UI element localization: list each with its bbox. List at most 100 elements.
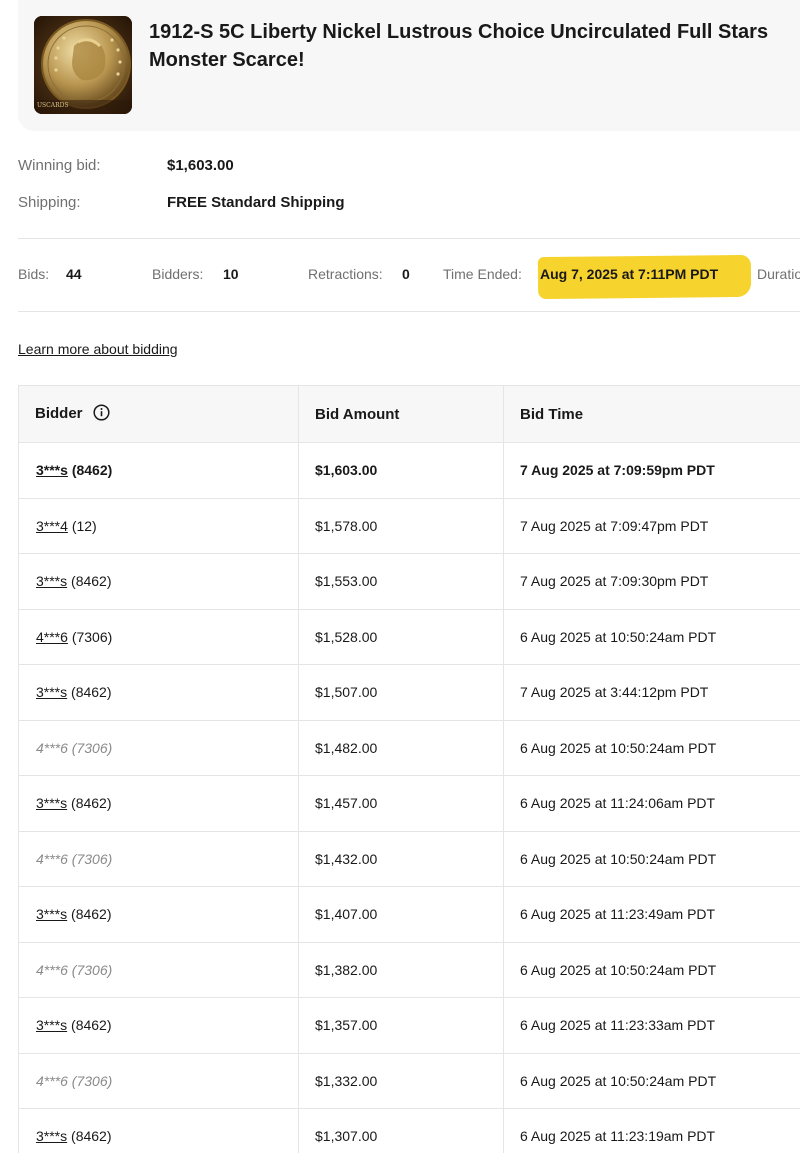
bid-amount-cell: $1,457.00 — [298, 775, 504, 832]
bidder-column-header: Bidder — [18, 385, 299, 443]
learn-more-bidding-link[interactable]: Learn more about bidding — [18, 341, 178, 357]
bidder-name-link[interactable]: 3***4 — [36, 518, 68, 534]
bidder-cell: 3***4 (12) — [18, 497, 299, 554]
bidder-cell: 4***6 (7306) — [18, 830, 299, 887]
bidder-name-link[interactable]: 3***s — [36, 795, 67, 811]
bid-amount-cell: $1,578.00 — [298, 497, 504, 554]
retractions-value: 0 — [402, 266, 410, 282]
bid-amount-cell: $1,332.00 — [298, 1052, 504, 1109]
bid-time-cell: 7 Aug 2025 at 3:44:12pm PDT — [503, 664, 800, 721]
bidder-name-link[interactable]: 3***s — [36, 906, 67, 922]
bidder-feedback-score: (8462) — [71, 795, 112, 812]
table-row: 4***6 (7306) $1,382.00 6 Aug 2025 at 10:50… — [18, 941, 800, 998]
bid-time-cell: 6 Aug 2025 at 10:50:24am PDT — [503, 941, 800, 998]
bidder-feedback-score: (8462) — [71, 1017, 112, 1034]
bidder-feedback-score: (8462) — [71, 1128, 112, 1145]
bid-time-cell: 6 Aug 2025 at 10:50:24am PDT — [503, 1052, 800, 1109]
automatic-bid-label: 4***6 (7306) — [36, 961, 113, 978]
bid-time-cell: 6 Aug 2025 at 11:23:49am PDT — [503, 886, 800, 943]
bid-amount-cell: $1,382.00 — [298, 941, 504, 998]
bidder-cell: 3***s (8462) — [18, 664, 299, 721]
bid-amount-cell: $1,407.00 — [298, 886, 504, 943]
winning-bid-value: $1,603.00 — [167, 157, 234, 174]
bidder-cell: 4***6 (7306) — [18, 608, 299, 665]
automatic-bid-label: 4***6 (7306) — [36, 739, 113, 756]
bid-time-cell: 6 Aug 2025 at 10:50:24am PDT — [503, 608, 800, 665]
bid-amount-cell: $1,357.00 — [298, 997, 504, 1054]
divider — [18, 311, 800, 312]
bidder-cell: 3***s (8462) — [18, 775, 299, 832]
shipping-label: Shipping: — [18, 194, 81, 211]
item-thumbnail[interactable]: USCARDS — [34, 16, 132, 114]
bid-amount-cell: $1,307.00 — [298, 1108, 504, 1153]
bid-amount-cell: $1,432.00 — [298, 830, 504, 887]
bidder-name-link[interactable]: 3***s — [36, 462, 68, 478]
thumbnail-watermark: USCARDS — [37, 102, 69, 109]
bidder-cell: 3***s (8462) — [18, 886, 299, 943]
bidder-feedback-score: (7306) — [71, 628, 113, 645]
table-row: 3***s (8462) $1,553.00 7 Aug 2025 at 7:09:… — [18, 553, 800, 610]
bidder-header-label: Bidder — [35, 404, 83, 422]
shipping-value: FREE Standard Shipping — [167, 194, 345, 211]
info-icon[interactable] — [93, 403, 110, 425]
table-row: 4***6 (7306) $1,432.00 6 Aug 2025 at 10:50… — [18, 830, 800, 887]
table-row: 3***s (8462) $1,307.00 6 Aug 2025 at 11:23… — [18, 1108, 800, 1153]
coin-image-icon — [34, 16, 132, 114]
bid-time-cell: 6 Aug 2025 at 10:50:24am PDT — [503, 830, 800, 887]
bidder-cell: 4***6 (7306) — [18, 941, 299, 998]
duration-label: Duratio — [757, 266, 800, 282]
bid-amount-cell: $1,603.00 — [298, 442, 504, 499]
winning-bid-label: Winning bid: — [18, 157, 101, 174]
bidder-feedback-score: (8462) — [71, 462, 113, 479]
automatic-bid-label: 4***6 (7306) — [36, 850, 113, 867]
bid-history-table: Bidder Bid Amount Bid Time 3***s (8462) $… — [18, 385, 800, 1153]
bidder-cell: 3***s (8462) — [18, 553, 299, 610]
table-row: 3***s (8462) $1,457.00 6 Aug 2025 at 11:24… — [18, 775, 800, 832]
bids-value: 44 — [66, 266, 82, 282]
bidder-feedback-score: (12) — [71, 517, 97, 534]
bids-label: Bids: — [18, 266, 50, 282]
bid-time-cell: 7 Aug 2025 at 7:09:59pm PDT — [503, 442, 800, 499]
bid-time-cell: 6 Aug 2025 at 11:23:19am PDT — [503, 1108, 800, 1153]
bid-amount-cell: $1,507.00 — [298, 664, 504, 721]
bidder-feedback-score: (8462) — [71, 684, 112, 701]
bid-time-cell: 6 Aug 2025 at 11:24:06am PDT — [503, 775, 800, 832]
bid-time-cell: 6 Aug 2025 at 10:50:24am PDT — [503, 719, 800, 776]
bid-time-cell: 6 Aug 2025 at 11:23:33am PDT — [503, 997, 800, 1054]
bid-amount-column-header: Bid Amount — [298, 385, 504, 443]
bid-amount-cell: $1,553.00 — [298, 553, 504, 610]
time-ended-value: Aug 7, 2025 at 7:11PM PDT — [540, 266, 719, 282]
table-row: 3***4 (12) $1,578.00 7 Aug 2025 at 7:09:47… — [18, 497, 800, 554]
bidders-label: Bidders: — [152, 266, 204, 282]
bid-amount-cell: $1,528.00 — [298, 608, 504, 665]
bidder-feedback-score: (8462) — [71, 573, 112, 590]
bidder-cell: 3***s (8462) — [18, 442, 299, 499]
bidder-name-link[interactable]: 3***s — [36, 1017, 67, 1033]
bidder-cell: 3***s (8462) — [18, 997, 299, 1054]
retractions-label: Retractions: — [308, 266, 383, 282]
bidder-name-link[interactable]: 3***s — [36, 684, 67, 700]
divider — [18, 238, 800, 239]
bidders-value: 10 — [223, 266, 239, 282]
table-row: 4***6 (7306) $1,528.00 6 Aug 2025 at 10:50… — [18, 608, 800, 665]
table-row: 3***s (8462) $1,357.00 6 Aug 2025 at 11:23… — [18, 997, 800, 1054]
table-row: 3***s (8462) $1,407.00 6 Aug 2025 at 11:23… — [18, 886, 800, 943]
bidder-feedback-score: (8462) — [71, 906, 112, 923]
table-row: 4***6 (7306) $1,482.00 6 Aug 2025 at 10:50… — [18, 719, 800, 776]
time-ended-label: Time Ended: — [443, 266, 522, 282]
bidder-name-link[interactable]: 3***s — [36, 573, 67, 589]
table-row: 3***s (8462) $1,603.00 7 Aug 2025 at 7:09:… — [18, 442, 800, 499]
table-header-row: Bidder Bid Amount Bid Time — [18, 385, 800, 443]
bidder-name-link[interactable]: 3***s — [36, 1128, 67, 1144]
table-row: 3***s (8462) $1,507.00 7 Aug 2025 at 3:44:… — [18, 664, 800, 721]
bid-time-cell: 7 Aug 2025 at 7:09:47pm PDT — [503, 497, 800, 554]
bidder-cell: 4***6 (7306) — [18, 719, 299, 776]
bidder-name-link[interactable]: 4***6 — [36, 629, 68, 645]
bidder-cell: 4***6 (7306) — [18, 1052, 299, 1109]
item-title[interactable]: 1912-S 5C Liberty Nickel Lustrous Choice… — [149, 18, 789, 74]
bid-stats: Bids: 44 Bidders: 10 Retractions: 0 Time… — [18, 254, 800, 300]
bidder-cell: 3***s (8462) — [18, 1108, 299, 1153]
table-row: 4***6 (7306) $1,332.00 6 Aug 2025 at 10:50… — [18, 1052, 800, 1109]
bid-time-column-header: Bid Time — [503, 385, 800, 443]
bid-amount-cell: $1,482.00 — [298, 719, 504, 776]
